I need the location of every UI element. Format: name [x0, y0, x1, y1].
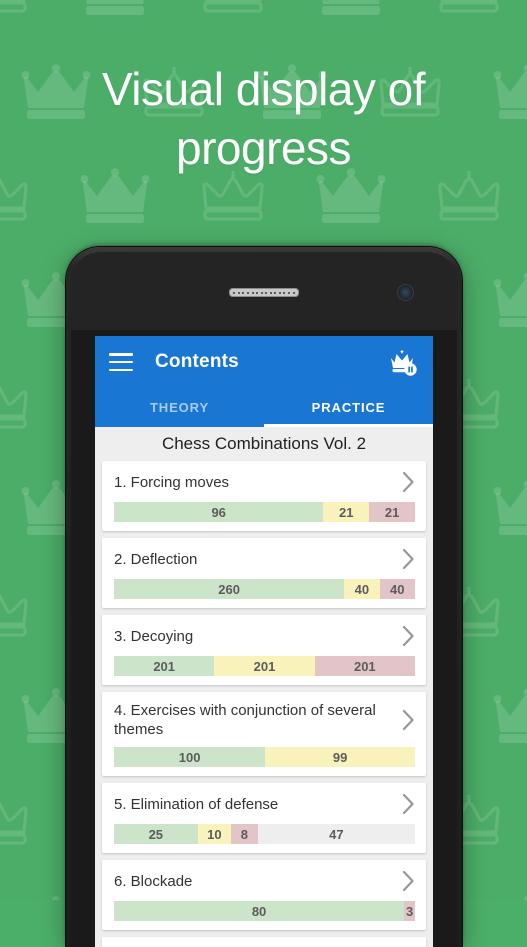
chess-crown-icon — [0, 376, 34, 436]
list-item[interactable]: 1. Forcing moves 96 21 21 — [102, 461, 426, 531]
list-item-header: 4. Exercises with conjunction of several… — [114, 701, 415, 739]
tab-theory[interactable]: THEORY — [95, 388, 264, 427]
chevron-right-icon[interactable] — [402, 548, 415, 570]
chess-crown-icon — [78, 0, 152, 20]
list-item[interactable]: 7. Clearing the checkmating square — [102, 937, 426, 947]
progress-segment-solved: 96 — [114, 502, 324, 522]
progress-segment-remaining: 47 — [257, 824, 415, 844]
progress-segment-solved: 201 — [114, 656, 215, 676]
list-item-header: 1. Forcing moves — [114, 470, 415, 494]
list-item[interactable]: 3. Decoying 201 201 201 — [102, 615, 426, 685]
chapter-list: 1. Forcing moves 96 21 21 2. Deflection 260 40… — [95, 461, 433, 947]
phone-top-bezel — [71, 252, 457, 330]
chess-crown-icon — [491, 272, 527, 332]
progress-segment-solved: 25 — [114, 824, 198, 844]
chess-crown-icon — [314, 0, 388, 20]
chevron-right-icon[interactable] — [402, 471, 415, 493]
earpiece-speaker-icon — [229, 288, 299, 297]
progress-segment-partial: 201 — [214, 656, 315, 676]
progress-segment-solved: 260 — [114, 579, 345, 599]
tab-practice[interactable]: PRACTICE — [264, 388, 433, 427]
progress-bar: 96 21 21 — [114, 502, 415, 522]
app-header: Contents THEORY PRACTICE — [95, 336, 433, 427]
chevron-right-icon[interactable] — [402, 793, 415, 815]
chevron-right-icon[interactable] — [402, 870, 415, 892]
page-title: Contents — [155, 351, 239, 372]
progress-segment-solved: 100 — [114, 747, 266, 767]
progress-bar: 100 99 — [114, 747, 415, 767]
list-item[interactable]: 2. Deflection 260 40 40 — [102, 538, 426, 608]
chess-crown-pause-icon[interactable] — [385, 345, 419, 379]
progress-segment-partial: 10 — [197, 824, 232, 844]
progress-segment-failed: 40 — [379, 579, 415, 599]
list-item-title: 2. Deflection — [114, 550, 198, 568]
progress-segment-partial: 99 — [265, 747, 415, 767]
section-title: Chess Combinations Vol. 2 — [95, 427, 433, 461]
chess-crown-icon — [491, 480, 527, 540]
front-camera-icon — [398, 285, 413, 300]
chess-crown-icon — [432, 0, 506, 20]
progress-segment-failed: 3 — [404, 901, 415, 921]
list-item-header: 2. Deflection — [114, 547, 415, 571]
list-item[interactable]: 4. Exercises with conjunction of several… — [102, 692, 426, 776]
chess-crown-icon — [0, 584, 34, 644]
list-item-title: 4. Exercises with conjunction of several… — [114, 702, 376, 738]
chevron-right-icon[interactable] — [402, 625, 415, 647]
promo-headline: Visual display of progress — [101, 63, 426, 174]
progress-bar: 201 201 201 — [114, 656, 415, 676]
list-item-header: 6. Blockade — [114, 869, 415, 893]
list-item[interactable]: 5. Elimination of defense 25 10 8 47 — [102, 783, 426, 853]
list-item-title: 1. Forcing moves — [114, 473, 230, 491]
phone-body: Contents THEORY PRACTICE Chess Combinati… — [71, 252, 457, 947]
hamburger-menu-icon[interactable] — [109, 353, 133, 371]
progress-segment-partial: 40 — [344, 579, 380, 599]
progress-bar: 80 3 — [114, 901, 415, 921]
list-item-title: 3. Decoying — [114, 627, 194, 645]
phone-mockup: Contents THEORY PRACTICE Chess Combinati… — [66, 247, 462, 947]
list-item[interactable]: 6. Blockade 80 3 — [102, 860, 426, 930]
progress-bar: 260 40 40 — [114, 579, 415, 599]
chevron-right-icon[interactable] — [402, 709, 415, 731]
chess-crown-icon — [196, 0, 270, 20]
progress-segment-partial: 21 — [323, 502, 370, 522]
chess-crown-icon — [491, 688, 527, 748]
progress-segment-solved: 80 — [114, 901, 405, 921]
chess-crown-icon — [491, 896, 527, 900]
list-item-header: 5. Elimination of defense — [114, 792, 415, 816]
progress-segment-failed: 8 — [231, 824, 258, 844]
chess-crown-icon — [0, 0, 34, 20]
list-item-title: 6. Blockade — [114, 872, 193, 890]
progress-bar: 25 10 8 47 — [114, 824, 415, 844]
list-item-header: 3. Decoying — [114, 624, 415, 648]
progress-segment-failed: 201 — [314, 656, 415, 676]
list-item-title: 5. Elimination of defense — [114, 795, 279, 813]
tab-bar: THEORY PRACTICE — [95, 388, 433, 427]
progress-segment-failed: 21 — [369, 502, 415, 522]
chess-crown-icon — [0, 792, 34, 852]
app-screen: Contents THEORY PRACTICE Chess Combinati… — [95, 336, 433, 947]
